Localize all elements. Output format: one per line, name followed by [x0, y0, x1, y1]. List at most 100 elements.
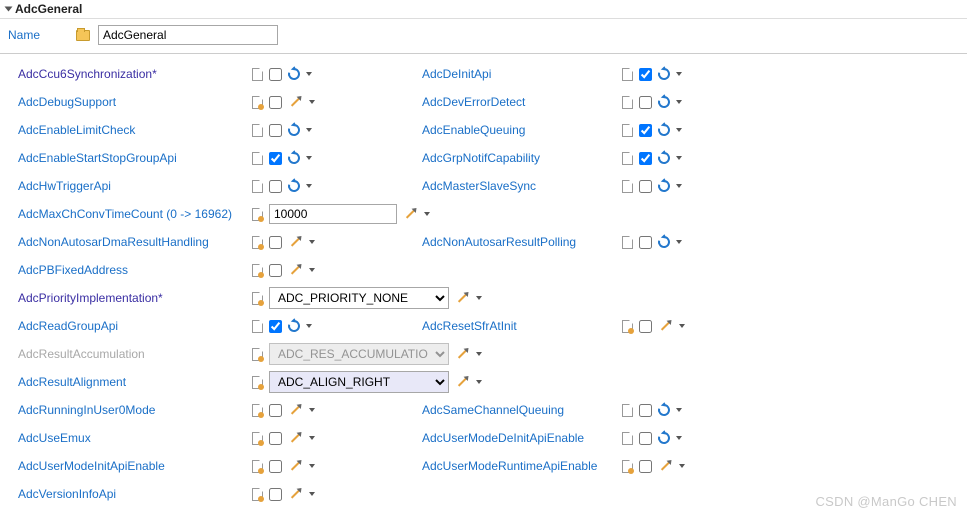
- property-label[interactable]: AdcReadGroupApi: [12, 319, 252, 333]
- chevron-down-icon[interactable]: [476, 352, 482, 356]
- checkbox[interactable]: [269, 404, 282, 417]
- pencil-icon[interactable]: [291, 265, 300, 274]
- doc-icon[interactable]: [252, 96, 263, 109]
- refresh-icon[interactable]: [656, 402, 672, 418]
- chevron-down-icon[interactable]: [676, 408, 682, 412]
- doc-icon[interactable]: [622, 236, 633, 249]
- value-select[interactable]: ADC_PRIORITY_NONE: [269, 287, 449, 309]
- checkbox[interactable]: [639, 432, 652, 445]
- doc-icon[interactable]: [252, 124, 263, 137]
- doc-icon[interactable]: [622, 96, 633, 109]
- property-label[interactable]: AdcCcu6Synchronization*: [12, 67, 252, 81]
- property-label[interactable]: AdcMaxChConvTimeCount (0 -> 16962): [12, 207, 252, 221]
- refresh-icon[interactable]: [656, 178, 672, 194]
- pencil-icon[interactable]: [291, 97, 300, 106]
- refresh-icon[interactable]: [286, 122, 302, 138]
- chevron-down-icon[interactable]: [676, 240, 682, 244]
- pencil-icon[interactable]: [406, 209, 415, 218]
- property-label[interactable]: AdcPriorityImplementation*: [12, 291, 252, 305]
- chevron-down-icon[interactable]: [309, 240, 315, 244]
- refresh-icon[interactable]: [656, 430, 672, 446]
- pencil-icon[interactable]: [291, 461, 300, 470]
- checkbox[interactable]: [639, 320, 652, 333]
- checkbox[interactable]: [639, 96, 652, 109]
- pencil-icon[interactable]: [291, 405, 300, 414]
- doc-icon[interactable]: [252, 432, 263, 445]
- property-label[interactable]: AdcMasterSlaveSync: [422, 179, 622, 193]
- checkbox[interactable]: [269, 320, 282, 333]
- name-input[interactable]: [98, 25, 278, 45]
- checkbox[interactable]: [269, 152, 282, 165]
- checkbox[interactable]: [269, 68, 282, 81]
- doc-icon[interactable]: [252, 348, 263, 361]
- property-label[interactable]: AdcDevErrorDetect: [422, 95, 622, 109]
- value-select[interactable]: ADC_ALIGN_RIGHT: [269, 371, 449, 393]
- chevron-down-icon[interactable]: [476, 296, 482, 300]
- property-label[interactable]: AdcResultAlignment: [12, 375, 252, 389]
- pencil-icon[interactable]: [291, 433, 300, 442]
- checkbox[interactable]: [639, 404, 652, 417]
- chevron-down-icon[interactable]: [676, 72, 682, 76]
- doc-icon[interactable]: [252, 292, 263, 305]
- property-label[interactable]: AdcEnableLimitCheck: [12, 123, 252, 137]
- property-label[interactable]: AdcResultAccumulation: [12, 347, 252, 361]
- property-label[interactable]: AdcUserModeDeInitApiEnable: [422, 431, 622, 445]
- pencil-icon[interactable]: [458, 293, 467, 302]
- refresh-icon[interactable]: [656, 234, 672, 250]
- checkbox[interactable]: [269, 96, 282, 109]
- pencil-icon[interactable]: [458, 377, 467, 386]
- property-label[interactable]: AdcPBFixedAddress: [12, 263, 252, 277]
- refresh-icon[interactable]: [286, 150, 302, 166]
- property-label[interactable]: AdcUseEmux: [12, 431, 252, 445]
- chevron-down-icon[interactable]: [306, 184, 312, 188]
- property-label[interactable]: AdcDeInitApi: [422, 67, 622, 81]
- checkbox[interactable]: [639, 152, 652, 165]
- checkbox[interactable]: [639, 124, 652, 137]
- chevron-down-icon[interactable]: [306, 72, 312, 76]
- doc-icon[interactable]: [252, 68, 263, 81]
- chevron-down-icon[interactable]: [306, 128, 312, 132]
- checkbox[interactable]: [269, 236, 282, 249]
- chevron-down-icon[interactable]: [676, 184, 682, 188]
- refresh-icon[interactable]: [656, 150, 672, 166]
- property-label[interactable]: AdcNonAutosarResultPolling: [422, 235, 622, 249]
- chevron-down-icon[interactable]: [309, 408, 315, 412]
- doc-icon[interactable]: [252, 180, 263, 193]
- chevron-down-icon[interactable]: [309, 268, 315, 272]
- chevron-down-icon[interactable]: [676, 128, 682, 132]
- refresh-icon[interactable]: [286, 66, 302, 82]
- doc-icon[interactable]: [252, 152, 263, 165]
- pencil-icon[interactable]: [661, 321, 670, 330]
- doc-icon[interactable]: [622, 404, 633, 417]
- doc-icon[interactable]: [252, 460, 263, 473]
- doc-icon[interactable]: [622, 320, 633, 333]
- doc-icon[interactable]: [252, 236, 263, 249]
- doc-icon[interactable]: [622, 180, 633, 193]
- doc-icon[interactable]: [622, 124, 633, 137]
- checkbox[interactable]: [639, 460, 652, 473]
- property-label[interactable]: AdcSameChannelQueuing: [422, 403, 622, 417]
- value-input[interactable]: [269, 204, 397, 224]
- chevron-down-icon[interactable]: [424, 212, 430, 216]
- checkbox[interactable]: [269, 432, 282, 445]
- property-label[interactable]: AdcDebugSupport: [12, 95, 252, 109]
- property-label[interactable]: AdcResetSfrAtInit: [422, 319, 622, 333]
- property-label[interactable]: AdcUserModeInitApiEnable: [12, 459, 252, 473]
- property-label[interactable]: AdcNonAutosarDmaResultHandling: [12, 235, 252, 249]
- refresh-icon[interactable]: [656, 66, 672, 82]
- section-header[interactable]: AdcGeneral: [0, 0, 967, 19]
- chevron-down-icon[interactable]: [309, 436, 315, 440]
- property-label[interactable]: AdcHwTriggerApi: [12, 179, 252, 193]
- property-label[interactable]: AdcGrpNotifCapability: [422, 151, 622, 165]
- chevron-down-icon[interactable]: [676, 436, 682, 440]
- property-label[interactable]: AdcUserModeRuntimeApiEnable: [422, 459, 622, 473]
- refresh-icon[interactable]: [656, 94, 672, 110]
- doc-icon[interactable]: [252, 264, 263, 277]
- chevron-down-icon[interactable]: [679, 464, 685, 468]
- doc-icon[interactable]: [252, 376, 263, 389]
- doc-icon[interactable]: [252, 208, 263, 221]
- checkbox[interactable]: [269, 460, 282, 473]
- doc-icon[interactable]: [622, 432, 633, 445]
- pencil-icon[interactable]: [458, 349, 467, 358]
- chevron-down-icon[interactable]: [476, 380, 482, 384]
